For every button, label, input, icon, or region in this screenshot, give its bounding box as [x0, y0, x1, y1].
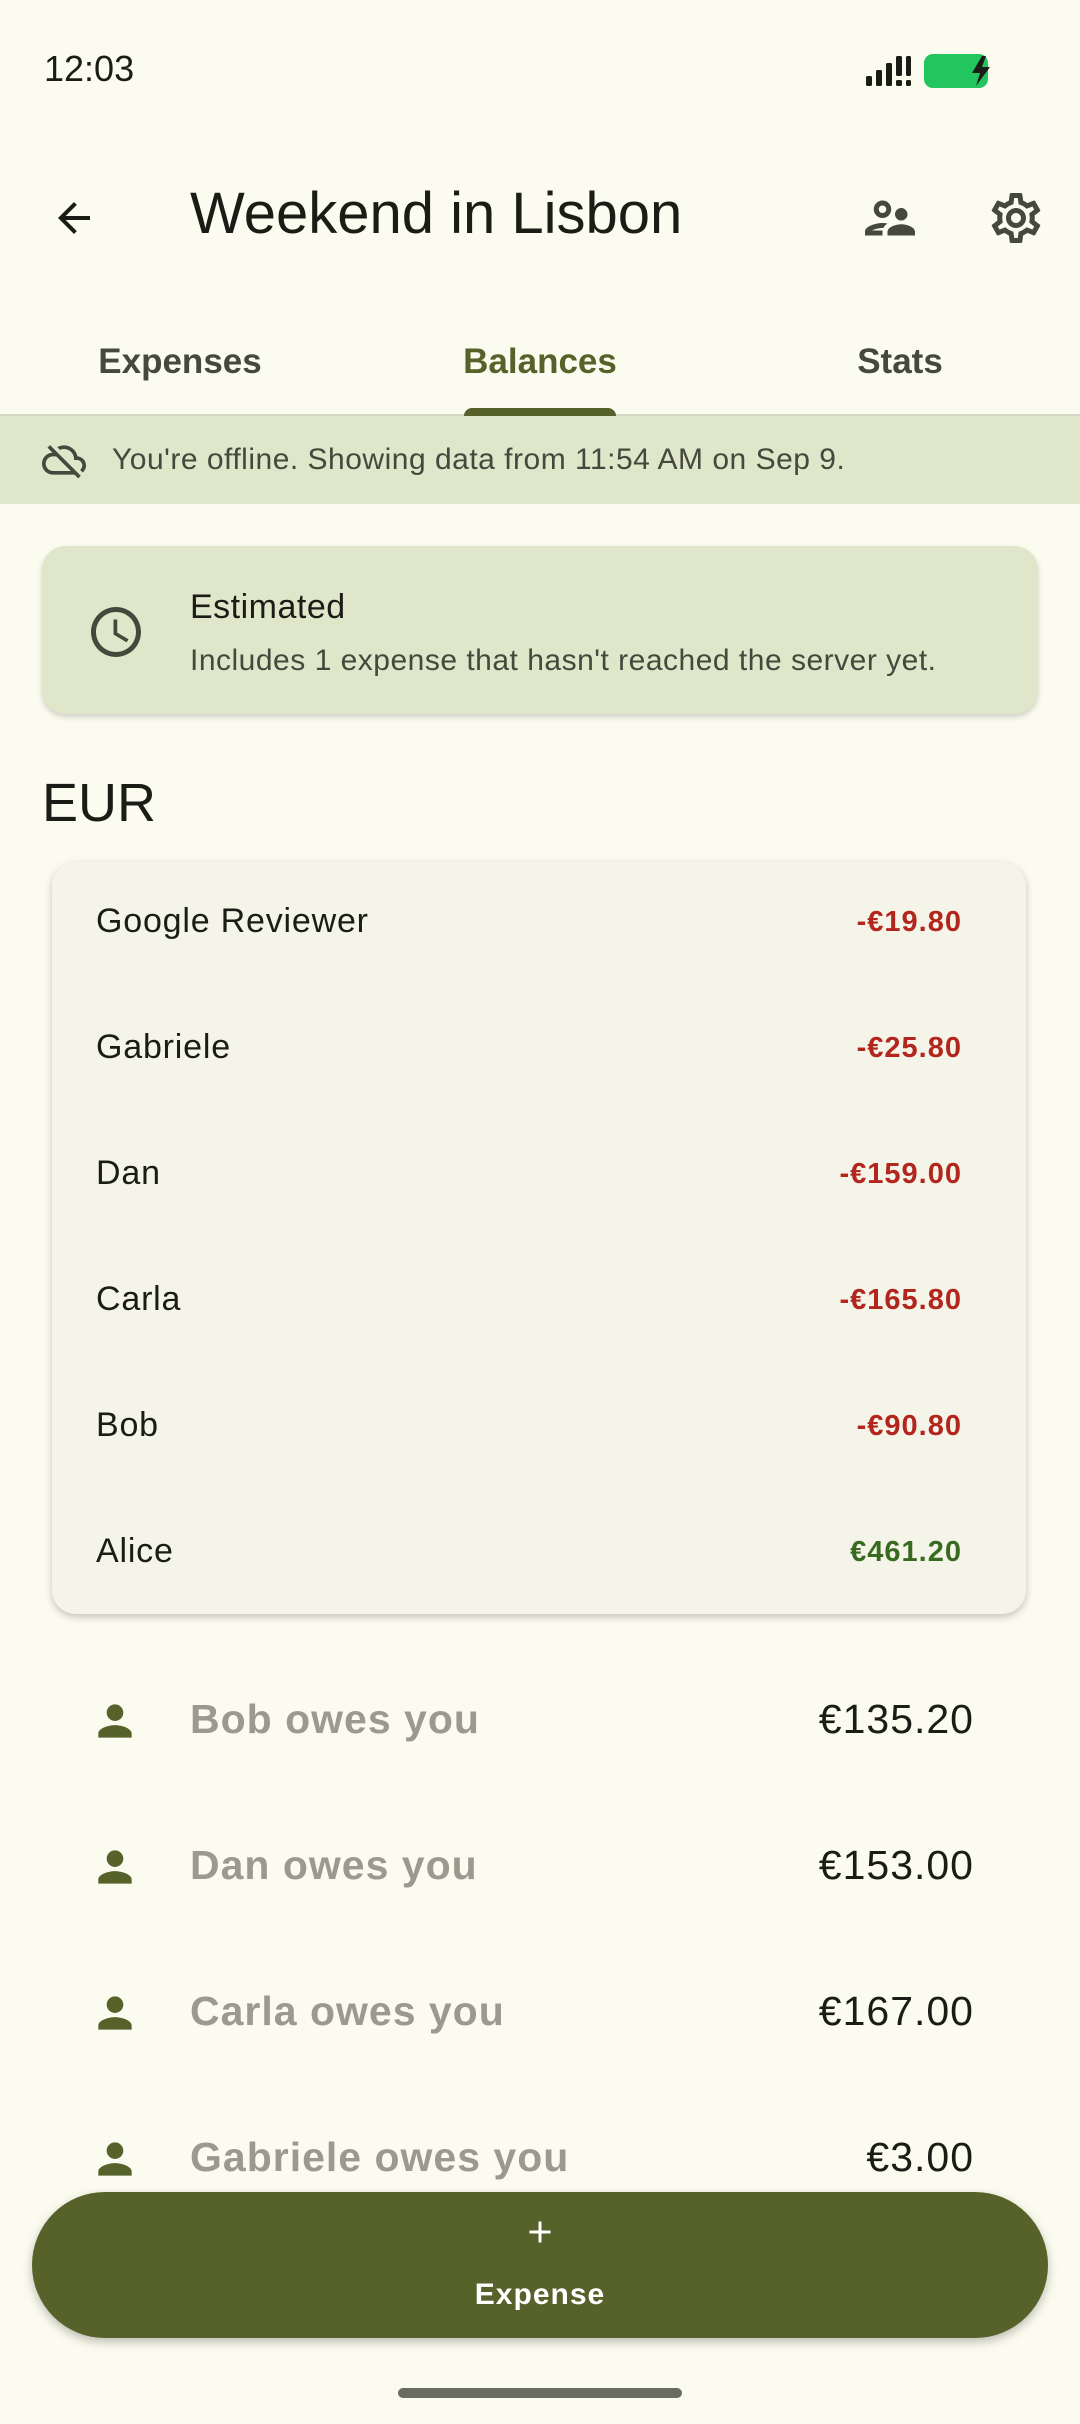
person-icon	[98, 1704, 132, 1738]
tab-bar: Expenses Balances Stats	[0, 310, 1080, 416]
balance-amount: -€159.00	[839, 1158, 962, 1190]
home-indicator[interactable]	[398, 2388, 682, 2398]
balance-amount: -€25.80	[856, 1032, 962, 1064]
settings-button[interactable]	[976, 182, 1056, 254]
debt-row[interactable]: Dan owes you €153.00	[0, 1792, 1080, 1938]
page-title: Weekend in Lisbon	[190, 181, 683, 246]
person-icon	[98, 1996, 132, 2030]
clock-icon	[91, 607, 141, 657]
balance-row[interactable]: Bob -€90.80	[52, 1366, 1026, 1492]
debt-label: Bob owes you	[190, 1696, 480, 1742]
app-bar: Weekend in Lisbon	[0, 150, 1080, 280]
estimated-subtitle: Includes 1 expense that hasn't reached t…	[190, 644, 937, 677]
debt-amount: €153.00	[818, 1842, 974, 1888]
arrow-back-icon	[58, 202, 90, 234]
battery-icon	[924, 54, 990, 88]
balance-row[interactable]: Alice €461.20	[52, 1492, 1026, 1618]
offline-message: You're offline. Showing data from 11:54 …	[112, 443, 846, 476]
balance-name: Dan	[96, 1154, 161, 1192]
status-time: 12:03	[44, 48, 135, 89]
active-tab-indicator	[464, 408, 616, 416]
members-button[interactable]	[852, 182, 928, 254]
debt-row[interactable]: Bob owes you €135.20	[0, 1646, 1080, 1792]
add-expense-button[interactable]: Expense	[32, 2192, 1048, 2338]
back-button[interactable]	[38, 182, 110, 254]
balance-row[interactable]: Google Reviewer -€19.80	[52, 862, 1026, 988]
balance-amount: -€19.80	[856, 906, 962, 938]
balance-name: Bob	[96, 1406, 159, 1444]
balance-row[interactable]: Gabriele -€25.80	[52, 988, 1026, 1114]
tab-stats[interactable]: Stats	[720, 310, 1080, 414]
gear-icon	[991, 193, 1041, 243]
add-expense-label: Expense	[474, 2278, 606, 2311]
signal-icon	[866, 56, 911, 86]
balance-amount: €461.20	[850, 1536, 962, 1568]
debt-label: Dan owes you	[190, 1842, 478, 1888]
people-icon	[865, 200, 915, 236]
person-icon	[98, 1850, 132, 1884]
offline-banner: You're offline. Showing data from 11:54 …	[0, 416, 1080, 504]
debt-amount: €167.00	[818, 1988, 974, 2034]
plus-icon	[529, 2221, 551, 2243]
debt-label: Gabriele owes you	[190, 2134, 570, 2180]
debt-amount: €135.20	[818, 1696, 974, 1742]
tab-balances[interactable]: Balances	[360, 310, 720, 414]
currency-heading: EUR	[42, 773, 157, 833]
estimated-card: Estimated Includes 1 expense that hasn't…	[42, 546, 1038, 714]
balance-amount: -€165.80	[839, 1284, 962, 1316]
balance-name: Gabriele	[96, 1028, 231, 1066]
debt-row[interactable]: Carla owes you €167.00	[0, 1938, 1080, 2084]
tab-expenses[interactable]: Expenses	[0, 310, 360, 414]
balance-row[interactable]: Carla -€165.80	[52, 1240, 1026, 1366]
balance-amount: -€90.80	[856, 1410, 962, 1442]
balance-row[interactable]: Dan -€159.00	[52, 1114, 1026, 1240]
person-icon	[98, 2142, 132, 2176]
debt-label: Carla owes you	[190, 1988, 505, 2034]
cloud-off-icon	[42, 445, 86, 479]
estimated-title: Estimated	[190, 588, 346, 626]
balance-name: Carla	[96, 1280, 182, 1318]
debt-amount: €3.00	[866, 2134, 974, 2180]
status-bar: 12:03	[0, 0, 1080, 140]
balances-card: Google Reviewer -€19.80 Gabriele -€25.80…	[52, 862, 1026, 1614]
balance-name: Alice	[96, 1532, 174, 1570]
balance-name: Google Reviewer	[96, 902, 369, 940]
